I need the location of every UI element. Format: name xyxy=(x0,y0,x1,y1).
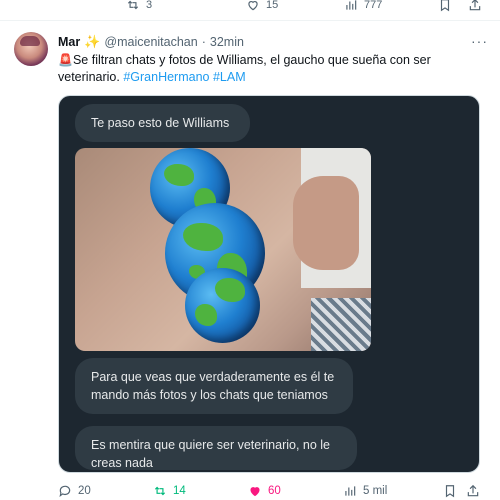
chat-message-3: Es mentira que quiere ser veterinario, n… xyxy=(75,426,357,470)
tweet-media[interactable]: Te paso esto de Williams Para que veas q… xyxy=(58,95,480,473)
globe-emoji-icon xyxy=(185,268,260,343)
chat-message-1: Te paso esto de Williams xyxy=(75,104,250,142)
previous-tweet-actions: 3 15 777 xyxy=(0,0,500,12)
photo-fabric xyxy=(311,298,371,351)
author-handle[interactable]: @maicenitachan xyxy=(104,35,197,49)
bookmark-button[interactable] xyxy=(443,484,457,498)
like-count: 60 xyxy=(268,485,281,497)
reply-button[interactable]: 20 xyxy=(58,484,91,498)
prev-share-action[interactable] xyxy=(468,0,482,12)
bookmark-icon xyxy=(438,0,452,12)
views-icon xyxy=(344,0,358,12)
retweet-button[interactable]: 14 xyxy=(153,484,186,498)
prev-bookmark-action[interactable] xyxy=(438,0,452,12)
avatar[interactable] xyxy=(14,32,48,66)
author-name[interactable]: Mar xyxy=(58,35,80,49)
views-count: 5 mil xyxy=(363,485,388,497)
prev-like-count: 15 xyxy=(266,0,279,11)
prev-views-count: 777 xyxy=(364,0,383,11)
more-icon[interactable]: ··· xyxy=(471,33,488,49)
prev-retweet-action[interactable]: 3 xyxy=(126,0,152,12)
share-icon xyxy=(466,484,480,498)
tweet-actions: 20 14 60 5 mil xyxy=(58,484,488,500)
retweet-icon xyxy=(126,0,140,12)
views-icon xyxy=(343,484,357,498)
heart-icon xyxy=(246,0,260,12)
hashtag-lam[interactable]: #LAM xyxy=(213,70,246,84)
views-button[interactable]: 5 mil xyxy=(343,484,387,498)
like-button[interactable]: 60 xyxy=(248,484,281,498)
share-icon xyxy=(468,0,482,12)
heart-icon xyxy=(248,484,262,498)
timestamp[interactable]: 32min xyxy=(210,35,244,49)
reply-icon xyxy=(58,484,72,498)
sparkles-icon: ✨ xyxy=(84,34,101,49)
bookmark-icon xyxy=(443,484,457,498)
chat-photo xyxy=(75,148,371,351)
siren-icon: 🚨 xyxy=(58,53,73,67)
tweet-divider xyxy=(0,20,500,21)
prev-retweet-count: 3 xyxy=(146,0,153,11)
separator-dot: · xyxy=(201,35,206,49)
share-button[interactable] xyxy=(466,484,480,498)
reply-count: 20 xyxy=(78,485,91,497)
tweet-text: 🚨Se filtran chats y fotos de Williams, e… xyxy=(58,52,478,86)
retweet-count: 14 xyxy=(173,485,186,497)
prev-views-action[interactable]: 777 xyxy=(344,0,382,12)
hashtag-granhermano[interactable]: #GranHermano xyxy=(123,70,209,84)
tweet-header: Mar ✨ @maicenitachan · 32min ··· xyxy=(58,33,488,51)
photo-hand xyxy=(293,176,359,270)
prev-like-action[interactable]: 15 xyxy=(246,0,278,12)
chat-message-2: Para que veas que verdaderamente es él t… xyxy=(75,358,353,414)
retweet-icon xyxy=(153,484,167,498)
